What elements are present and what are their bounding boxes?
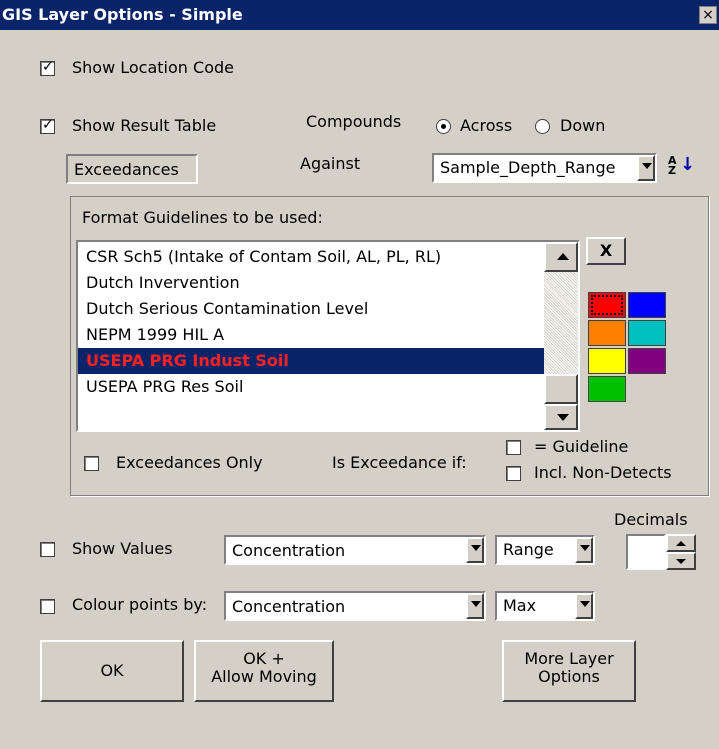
decimals-input[interactable] (626, 534, 666, 570)
across-label: Across (460, 116, 513, 135)
scroll-down-button[interactable] (544, 404, 578, 430)
sort-az-icon[interactable]: AZ ↓ (664, 150, 696, 180)
eq-guideline-label: = Guideline (534, 437, 629, 456)
chevron-down-icon[interactable] (466, 537, 484, 563)
color-swatch-cyan[interactable] (628, 320, 666, 346)
exceedances-only-checkbox[interactable] (84, 456, 99, 471)
down-radio[interactable] (535, 119, 550, 134)
scroll-thumb[interactable] (544, 374, 578, 404)
ok-allow-moving-button[interactable]: OK + Allow Moving (194, 640, 334, 702)
down-label: Down (560, 116, 606, 135)
against-select[interactable]: Sample_Depth_Range (432, 153, 657, 183)
compounds-label: Compounds (306, 112, 402, 131)
decimals-up-button[interactable] (666, 534, 696, 552)
arrow-up-icon (676, 541, 686, 546)
list-item[interactable]: Dutch Invervention (78, 270, 545, 296)
color-palette (588, 292, 678, 412)
chevron-down-icon[interactable] (637, 155, 655, 181)
colour-points-label: Colour points by: (72, 595, 208, 614)
list-item[interactable]: NEPM 1999 HIL A (78, 322, 545, 348)
across-radio[interactable] (436, 119, 451, 134)
list-item-selected[interactable]: USEPA PRG Indust Soil (78, 348, 545, 374)
close-icon[interactable]: × (699, 6, 717, 24)
incl-non-detects-label: Incl. Non-Detects (534, 463, 672, 482)
list-item[interactable]: Dutch Serious Contamination Level (78, 296, 545, 322)
is-exceedance-label: Is Exceedance if: (332, 453, 467, 472)
more-layer-options-button[interactable]: More Layer Options (502, 640, 636, 702)
show-values-label: Show Values (72, 539, 173, 558)
arrow-down-icon (676, 559, 686, 564)
color-swatch-purple[interactable] (628, 348, 666, 374)
delete-guideline-button[interactable]: X (586, 237, 626, 265)
show-result-table-label: Show Result Table (72, 116, 217, 135)
color-swatch-orange[interactable] (588, 320, 626, 346)
show-location-code-label: Show Location Code (72, 58, 234, 77)
checkmark-icon: ✓ (42, 117, 54, 133)
show-values-field-select[interactable]: Concentration (224, 535, 486, 565)
color-swatch-yellow[interactable] (588, 348, 626, 374)
window-title: GIS Layer Options - Simple (2, 5, 243, 24)
arrow-up-icon (557, 253, 569, 260)
title-bar: GIS Layer Options - Simple × (0, 0, 719, 30)
exceedances-only-label: Exceedances Only (116, 453, 263, 472)
color-swatch-blue[interactable] (628, 292, 666, 318)
incl-non-detects-checkbox[interactable] (506, 466, 521, 481)
exceedances-button[interactable]: Exceedances (66, 154, 198, 184)
scroll-up-button[interactable] (544, 242, 578, 272)
color-swatch-red[interactable] (588, 292, 626, 318)
list-item[interactable]: CSR Sch5 (Intake of Contam Soil, AL, PL,… (78, 244, 545, 270)
checkmark-icon: ✓ (42, 59, 54, 75)
show-location-code-checkbox[interactable]: ✓ (40, 59, 55, 76)
chevron-down-icon[interactable] (466, 593, 484, 619)
show-result-table-checkbox[interactable]: ✓ (40, 117, 55, 134)
chevron-down-icon[interactable] (575, 593, 593, 619)
colour-points-mode-select[interactable]: Max (495, 591, 595, 621)
colour-points-field-select[interactable]: Concentration (224, 591, 486, 621)
arrow-down-icon (557, 414, 569, 421)
decimals-label: Decimals (614, 510, 688, 529)
scrollbar[interactable] (544, 242, 578, 430)
ok-button[interactable]: OK (40, 640, 184, 702)
color-swatch-green[interactable] (588, 376, 626, 402)
chevron-down-icon[interactable] (575, 537, 593, 563)
colour-points-checkbox[interactable] (40, 599, 55, 614)
show-values-mode-select[interactable]: Range (495, 535, 595, 565)
list-item[interactable]: USEPA PRG Res Soil (78, 374, 545, 400)
eq-guideline-checkbox[interactable] (506, 440, 521, 455)
against-label: Against (300, 154, 361, 173)
guidelines-group-label: Format Guidelines to be used: (82, 208, 323, 227)
decimals-down-button[interactable] (666, 552, 696, 570)
show-values-checkbox[interactable] (40, 542, 55, 557)
guidelines-list[interactable]: CSR Sch5 (Intake of Contam Soil, AL, PL,… (76, 240, 580, 432)
